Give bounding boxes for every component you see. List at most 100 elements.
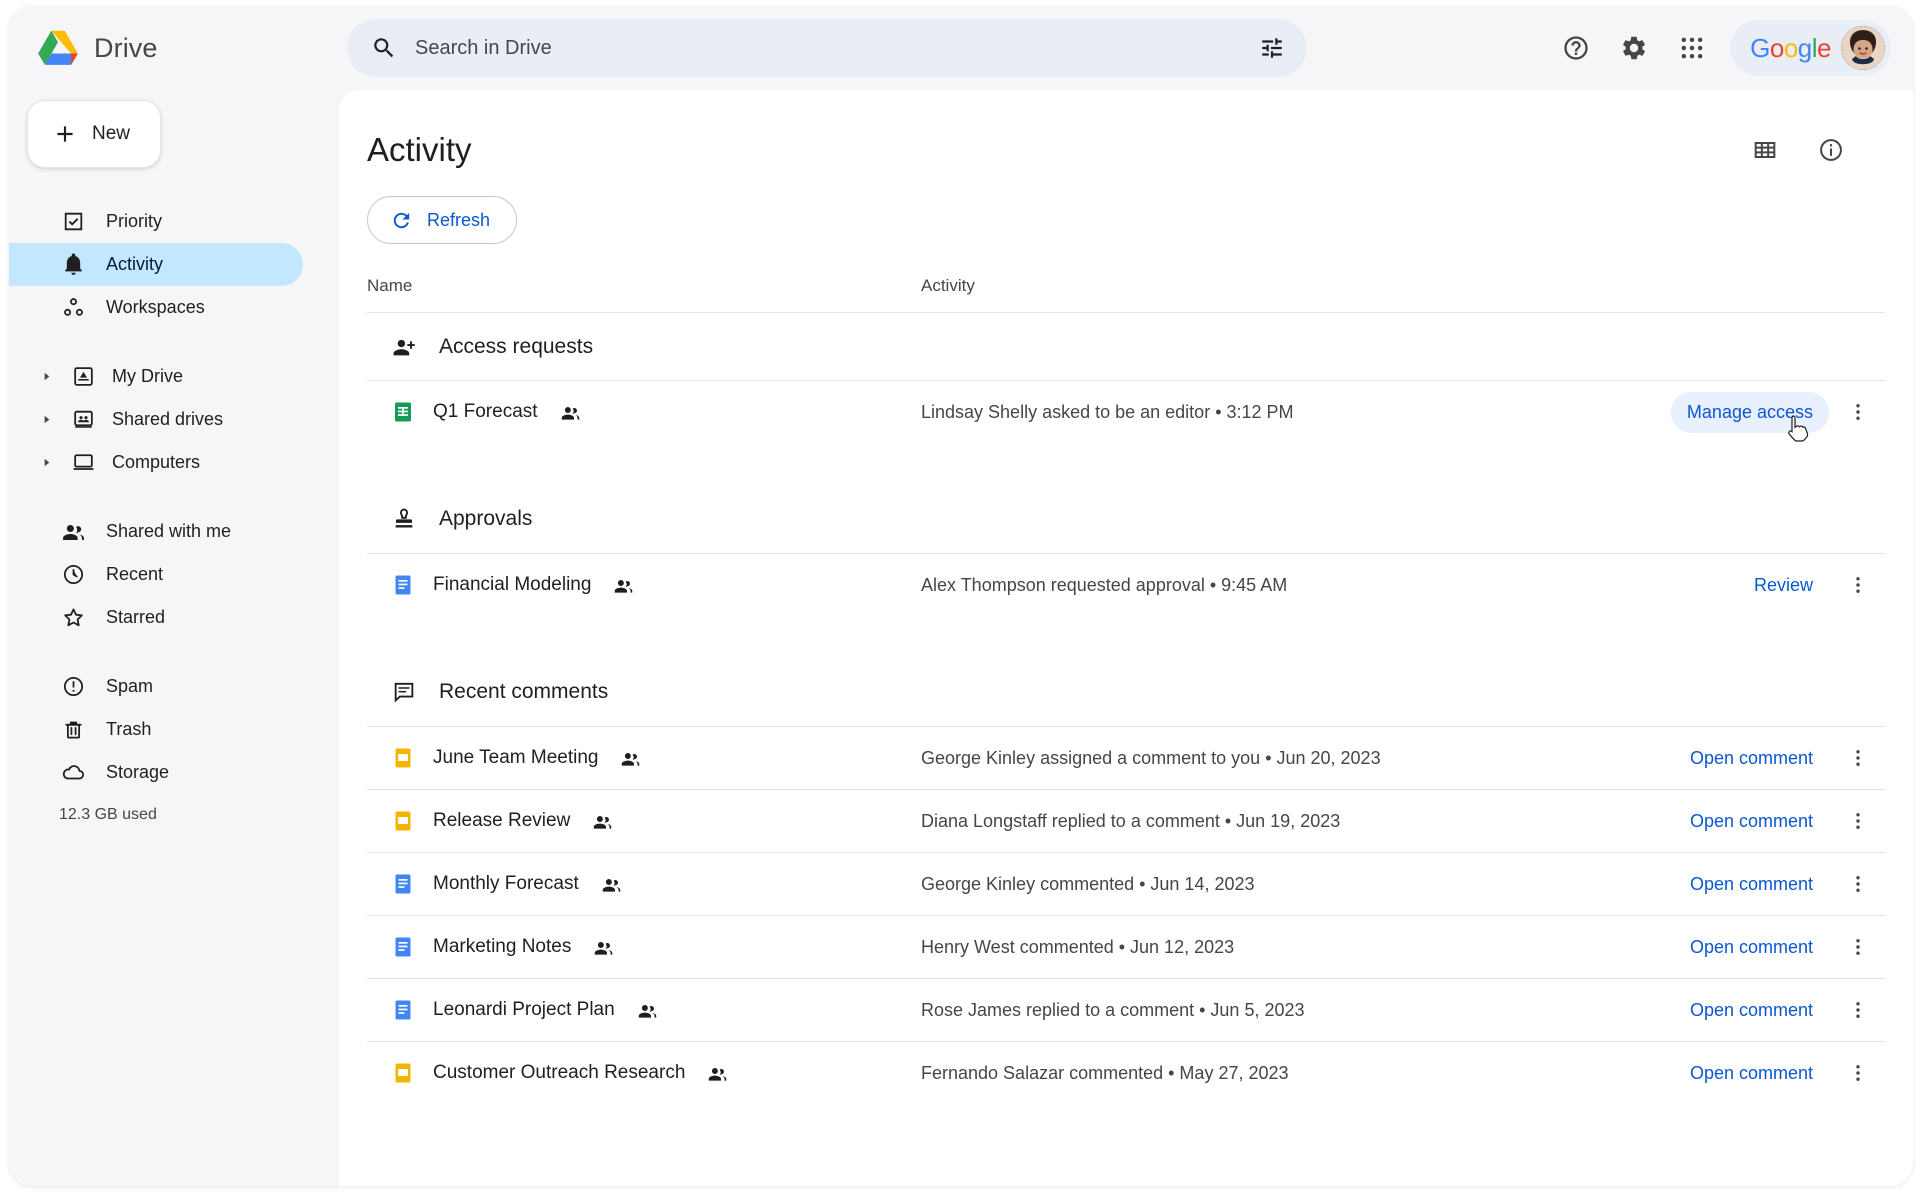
sidebar-item-shared-with-me[interactable]: Shared with me	[9, 510, 303, 553]
more-vertical-icon[interactable]	[1837, 564, 1879, 606]
more-vertical-icon[interactable]	[1837, 391, 1879, 433]
file-name: Leonardi Project Plan	[433, 999, 615, 1020]
section-header-access-requests: Access requests	[367, 312, 1885, 380]
avatar[interactable]	[1841, 26, 1885, 70]
table-row[interactable]: Customer Outreach Research Fernando Salaz…	[367, 1041, 1885, 1104]
refresh-button[interactable]: Refresh	[367, 196, 518, 244]
sidebar-item-trash[interactable]: Trash	[9, 708, 303, 751]
table-column-headers: Name Activity	[367, 276, 1885, 312]
sidebar-item-label: Trash	[106, 719, 152, 739]
more-vertical-icon[interactable]	[1837, 800, 1879, 842]
sidebar: New Priority Activity Workspaces My Driv…	[9, 90, 339, 1186]
shared-people-icon	[595, 941, 613, 955]
google-account-chip[interactable]: Google	[1730, 20, 1891, 76]
shared-people-icon	[709, 1067, 727, 1081]
sidebar-item-computers[interactable]: Computers	[9, 441, 303, 484]
grid-view-icon[interactable]	[1739, 124, 1791, 176]
gear-icon[interactable]	[1608, 22, 1660, 74]
apps-grid-icon[interactable]	[1666, 22, 1718, 74]
table-row[interactable]: Q1 Forecast Lindsay Shelly asked to be a…	[367, 380, 1885, 443]
sidebar-item-storage[interactable]: Storage	[9, 751, 303, 794]
table-row[interactable]: June Team Meeting George Kinley assigned …	[367, 726, 1885, 789]
search-input[interactable]	[415, 36, 1241, 60]
more-vertical-icon[interactable]	[1837, 989, 1879, 1031]
chevron-right-icon[interactable]	[37, 411, 55, 429]
sidebar-group-3: Shared with me Recent Starred	[9, 510, 339, 639]
docs-icon	[395, 937, 411, 957]
row-activity-text: Henry West commented • Jun 12, 2023	[921, 936, 1235, 957]
more-vertical-icon[interactable]	[1837, 737, 1879, 779]
file-name: Marketing Notes	[433, 936, 572, 957]
sidebar-divider	[9, 329, 339, 355]
help-circle-icon[interactable]	[1550, 22, 1602, 74]
search-bar[interactable]	[347, 19, 1307, 77]
new-button-label: New	[92, 123, 131, 144]
open-comment-button[interactable]: Open comment	[1674, 864, 1829, 905]
table-row[interactable]: Leonardi Project Plan Rose James replied …	[367, 978, 1885, 1041]
sidebar-group-4: Spam Trash Storage	[9, 665, 339, 794]
sidebar-item-label: Recent	[106, 564, 164, 584]
shared-people-icon	[602, 878, 620, 892]
sidebar-item-shared-drives[interactable]: Shared drives	[9, 398, 303, 441]
table-row[interactable]: Monthly Forecast George Kinley commented …	[367, 852, 1885, 915]
clock-icon	[61, 562, 86, 587]
section-label: Approvals	[439, 507, 533, 530]
row-actions: Manage access	[1670, 391, 1885, 433]
refresh-button-label: Refresh	[427, 209, 491, 230]
chevron-right-icon[interactable]	[37, 368, 55, 386]
bell-icon	[61, 252, 86, 277]
new-button[interactable]: New	[27, 100, 161, 168]
sidebar-item-label: Shared with me	[106, 521, 232, 541]
row-activity-text: Diana Longstaff replied to a comment • J…	[921, 810, 1341, 831]
sidebar-item-activity[interactable]: Activity	[9, 243, 303, 286]
file-name: Q1 Forecast	[433, 401, 538, 422]
review-button[interactable]: Review	[1738, 565, 1829, 606]
row-name-cell: Release Review	[391, 809, 921, 833]
table-row[interactable]: Marketing Notes Henry West commented • Ju…	[367, 915, 1885, 978]
open-comment-button[interactable]: Open comment	[1674, 990, 1829, 1031]
row-activity-text: Alex Thompson requested approval • 9:45 …	[921, 574, 1288, 595]
computer-icon	[71, 450, 96, 475]
sidebar-item-workspaces[interactable]: Workspaces	[9, 286, 303, 329]
sidebar-item-priority[interactable]: Priority	[9, 200, 303, 243]
plus-icon	[57, 126, 73, 142]
refresh-icon	[393, 212, 410, 228]
tune-filter-icon[interactable]	[1259, 35, 1285, 61]
activity-table: Name Activity Access requests Q1 Forecas…	[339, 276, 1913, 1104]
recent-comment-rows: June Team Meeting George Kinley assigned …	[367, 726, 1885, 1104]
search-icon	[374, 38, 394, 58]
sidebar-item-label: Workspaces	[106, 297, 205, 317]
shared-people-icon	[594, 815, 612, 829]
sidebar-item-label: Storage	[106, 762, 170, 782]
row-name-cell: Customer Outreach Research	[391, 1061, 921, 1085]
open-comment-button[interactable]: Open comment	[1674, 738, 1829, 779]
brand[interactable]: Drive	[9, 29, 339, 67]
table-row[interactable]: Release Review Diana Longstaff replied to…	[367, 789, 1885, 852]
manage-access-button[interactable]: Manage access	[1670, 391, 1829, 433]
sidebar-item-recent[interactable]: Recent	[9, 553, 303, 596]
row-actions: Open comment	[1674, 737, 1885, 779]
open-comment-button[interactable]: Open comment	[1674, 1053, 1829, 1094]
more-vertical-icon[interactable]	[1837, 1052, 1879, 1094]
info-circle-icon[interactable]	[1805, 124, 1857, 176]
file-name: Customer Outreach Research	[433, 1062, 686, 1083]
sidebar-item-spam[interactable]: Spam	[9, 665, 303, 708]
more-vertical-icon[interactable]	[1837, 863, 1879, 905]
open-comment-button[interactable]: Open comment	[1674, 801, 1829, 842]
storage-used-text: 12.3 GB used	[59, 806, 157, 823]
sidebar-item-my-drive[interactable]: My Drive	[9, 355, 303, 398]
more-vertical-icon[interactable]	[1837, 926, 1879, 968]
sidebar-item-starred[interactable]: Starred	[9, 596, 303, 639]
brand-name: Drive	[94, 32, 158, 63]
table-row[interactable]: Financial Modeling Alex Thompson request…	[367, 553, 1885, 616]
chevron-right-icon[interactable]	[37, 454, 55, 472]
file-name: Monthly Forecast	[433, 873, 579, 894]
open-comment-button[interactable]: Open comment	[1674, 927, 1829, 968]
docs-icon	[395, 874, 411, 894]
row-activity-text: George Kinley commented • Jun 14, 2023	[921, 873, 1255, 894]
shared-people-icon	[638, 1004, 656, 1018]
sidebar-item-label: Spam	[106, 676, 154, 696]
person-add-icon	[393, 339, 415, 355]
sidebar-group-1: Priority Activity Workspaces	[9, 200, 339, 329]
